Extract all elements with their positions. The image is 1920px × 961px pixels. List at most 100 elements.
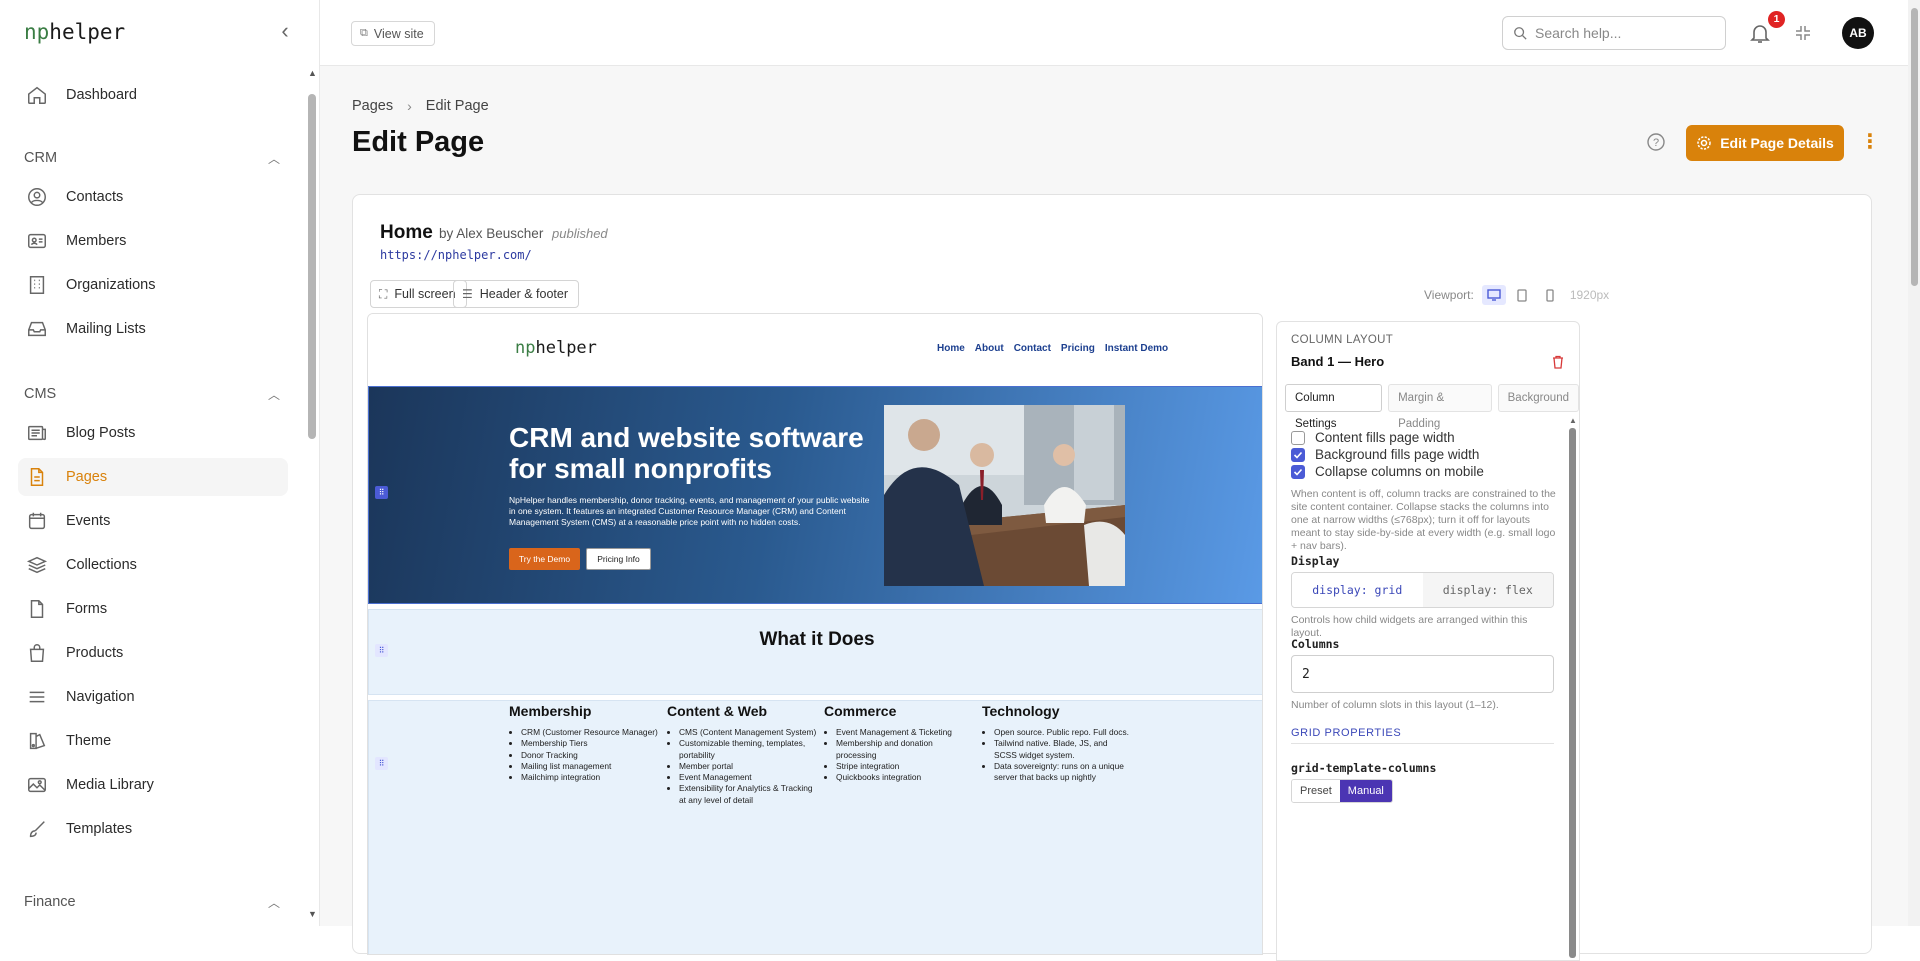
- trash-icon[interactable]: [1551, 355, 1565, 369]
- checkbox-hint: When content is off, column tracks are c…: [1291, 488, 1556, 552]
- preview-nav-link[interactable]: Home: [937, 343, 965, 354]
- scroll-up-arrow-icon[interactable]: ▲: [1569, 416, 1577, 425]
- breadcrumb-pages-link[interactable]: Pages: [352, 98, 393, 114]
- pricing-info-button[interactable]: Pricing Info: [586, 548, 651, 570]
- sidebar-section-finance[interactable]: Finance ︿: [24, 890, 284, 914]
- column-layout-panel: COLUMN LAYOUT Band 1 — Hero Column Setti…: [1276, 321, 1580, 961]
- list-item: Membership Tiers: [521, 738, 659, 749]
- page-title: Edit Page: [352, 126, 485, 158]
- tab-background[interactable]: Background: [1497, 384, 1579, 412]
- breadcrumb: Pages › Edit Page: [352, 98, 489, 114]
- preview-header[interactable]: nphelper Home About Contact Pricing Inst…: [368, 314, 1262, 386]
- sidebar-section-crm[interactable]: CRM ︿: [24, 146, 284, 170]
- sidebar-item-navigation[interactable]: Navigation: [18, 678, 288, 716]
- checkbox[interactable]: [1291, 464, 1305, 479]
- mobile-icon[interactable]: [1538, 285, 1562, 305]
- panel-scrollbar[interactable]: ▲: [1567, 416, 1579, 960]
- collapse-view-icon[interactable]: [1794, 24, 1812, 42]
- sidebar-item-pages[interactable]: Pages: [18, 458, 288, 496]
- preview-hero-band[interactable]: CRM and website software for small nonpr…: [368, 386, 1262, 604]
- columns-hint: Number of column slots in this layout (1…: [1291, 699, 1499, 711]
- sidebar-item-blog-posts[interactable]: Blog Posts: [18, 414, 288, 452]
- preview-nav-link[interactable]: Instant Demo: [1105, 343, 1168, 354]
- sidebar: nphelper ‹ Dashboard CRM ︿ Contacts Memb…: [0, 0, 320, 926]
- sidebar-item-label: Events: [66, 513, 111, 529]
- header-footer-button[interactable]: ☰ Header & footer: [453, 280, 580, 308]
- sidebar-item-forms[interactable]: Forms: [18, 590, 288, 628]
- tab-column-settings[interactable]: Column Settings: [1285, 384, 1383, 430]
- section-label: CMS: [24, 386, 57, 402]
- tab-margin-padding[interactable]: Margin & Padding: [1388, 384, 1492, 430]
- breadcrumb-current: Edit Page: [425, 98, 489, 114]
- sidebar-item-organizations[interactable]: Organizations: [18, 266, 288, 304]
- help-icon[interactable]: ?: [1646, 132, 1666, 152]
- page-url-link[interactable]: https://nphelper.com/: [380, 248, 532, 262]
- gtc-manual-option[interactable]: Manual: [1339, 780, 1392, 802]
- divider: [1291, 743, 1554, 744]
- gtc-preset-option[interactable]: Preset: [1292, 780, 1340, 802]
- list-item: Mailchimp integration: [521, 772, 659, 783]
- background-fills-width-checkbox[interactable]: Background fills page width: [1291, 447, 1479, 462]
- panel-body: Content fills page width Background fill…: [1277, 418, 1567, 960]
- edit-page-details-button[interactable]: Edit Page Details: [1686, 125, 1844, 161]
- app-logo[interactable]: nphelper: [24, 20, 125, 44]
- checkbox[interactable]: [1291, 447, 1305, 462]
- band-handle-icon[interactable]: ⠿: [375, 644, 388, 657]
- more-options-icon[interactable]: ⋮: [1860, 128, 1880, 158]
- preview-features-band[interactable]: Membership CRM (Customer Resource Manage…: [368, 700, 1262, 954]
- display-label: Display: [1291, 554, 1340, 568]
- sidebar-item-media-library[interactable]: Media Library: [18, 766, 288, 804]
- page-preview[interactable]: nphelper Home About Contact Pricing Inst…: [367, 313, 1263, 955]
- feature-title: Membership: [509, 703, 592, 719]
- sidebar-item-products[interactable]: Products: [18, 634, 288, 672]
- checkbox[interactable]: [1291, 430, 1305, 445]
- content-fills-width-checkbox[interactable]: Content fills page width: [1291, 430, 1455, 445]
- list-item: Donor Tracking: [521, 750, 659, 761]
- columns-input[interactable]: [1291, 655, 1554, 693]
- tablet-icon[interactable]: [1510, 285, 1534, 305]
- sidebar-item-mailing-lists[interactable]: Mailing Lists: [18, 310, 288, 348]
- preview-nav-link[interactable]: About: [975, 343, 1004, 354]
- sidebar-item-dashboard[interactable]: Dashboard: [18, 76, 288, 114]
- search-box[interactable]: [1502, 16, 1726, 50]
- avatar[interactable]: AB: [1842, 17, 1874, 49]
- sidebar-item-collections[interactable]: Collections: [18, 546, 288, 584]
- sidebar-item-members[interactable]: Members: [18, 222, 288, 260]
- display-grid-option[interactable]: display: grid: [1292, 573, 1423, 607]
- preview-what-band[interactable]: What it Does: [368, 609, 1262, 695]
- collapse-columns-checkbox[interactable]: Collapse columns on mobile: [1291, 464, 1484, 479]
- checkbox-label: Collapse columns on mobile: [1315, 464, 1484, 479]
- scrollbar-thumb[interactable]: [1569, 428, 1576, 958]
- band-handle-icon[interactable]: ⠿: [375, 757, 388, 770]
- list-item: Quickbooks integration: [836, 772, 974, 783]
- scroll-down-arrow-icon[interactable]: ▼: [308, 909, 317, 919]
- sidebar-section-cms[interactable]: CMS ︿: [24, 382, 284, 406]
- scrollbar-thumb[interactable]: [1911, 8, 1918, 286]
- preview-nav-link[interactable]: Pricing: [1061, 343, 1095, 354]
- display-flex-option[interactable]: display: flex: [1422, 573, 1553, 607]
- page-author: by Alex Beuscher: [439, 226, 544, 241]
- sidebar-item-contacts[interactable]: Contacts: [18, 178, 288, 216]
- header-footer-label: Header & footer: [479, 287, 569, 301]
- search-input[interactable]: [1535, 25, 1705, 41]
- preview-nav-link[interactable]: Contact: [1014, 343, 1051, 354]
- preview-logo: nphelper: [515, 338, 597, 358]
- desktop-icon[interactable]: [1481, 285, 1506, 305]
- view-site-button[interactable]: ⧉ View site: [351, 21, 435, 46]
- scroll-up-arrow-icon[interactable]: ▲: [308, 68, 317, 78]
- brush-icon: [24, 817, 50, 841]
- collapse-sidebar-button[interactable]: ‹: [275, 20, 295, 44]
- try-demo-button[interactable]: Try the Demo: [509, 548, 580, 570]
- hero-text: NpHelper handles membership, donor track…: [509, 495, 870, 527]
- scrollbar-thumb[interactable]: [308, 94, 316, 439]
- layout-icon: ☰: [462, 287, 473, 301]
- list-item: Membership and donation processing: [836, 738, 974, 761]
- band-handle-icon[interactable]: ⠿: [375, 486, 388, 499]
- sidebar-item-templates[interactable]: Templates: [18, 810, 288, 848]
- home-icon: [24, 83, 50, 107]
- page-scrollbar[interactable]: [1908, 0, 1920, 926]
- sidebar-item-events[interactable]: Events: [18, 502, 288, 540]
- sidebar-scrollbar[interactable]: ▲ ▼: [305, 64, 319, 926]
- panel-tabs: Column Settings Margin & Padding Backgro…: [1285, 384, 1579, 430]
- sidebar-item-theme[interactable]: Theme: [18, 722, 288, 760]
